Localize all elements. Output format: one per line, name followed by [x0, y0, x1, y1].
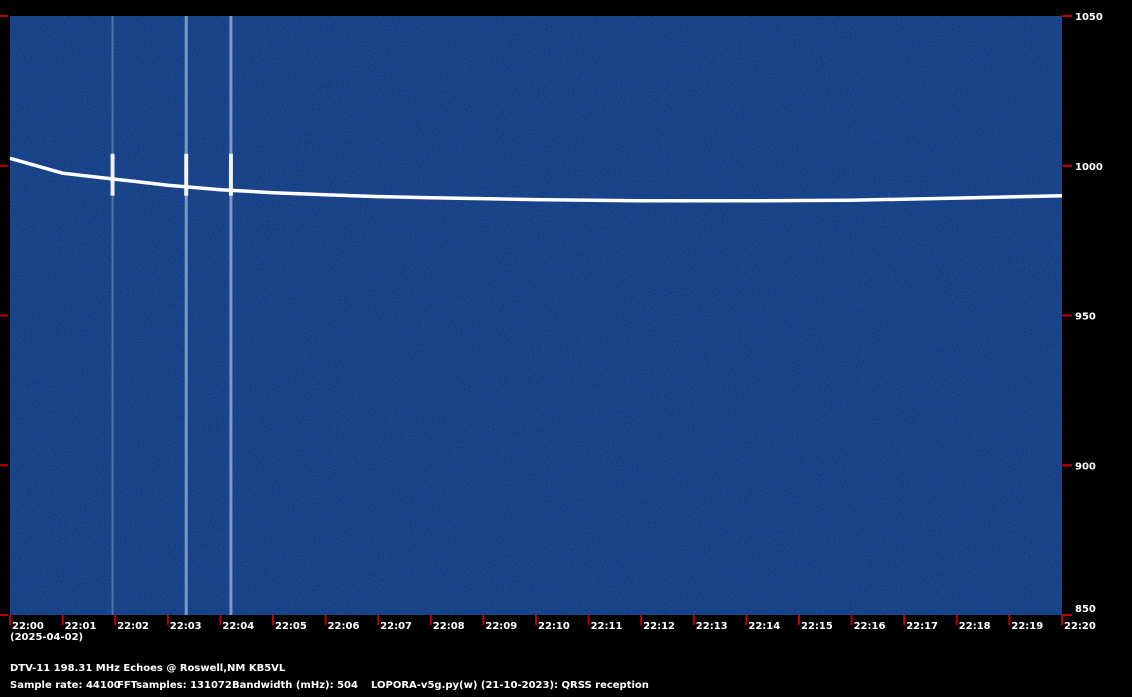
x-tick-label: 22:07	[380, 621, 412, 632]
y-tick-label: 900	[1075, 461, 1096, 472]
y-tick-right	[1062, 314, 1072, 317]
x-tick-label: 22:17	[906, 621, 938, 632]
y-tick-label: 1000	[1075, 162, 1103, 173]
y-tick-left	[0, 464, 8, 467]
x-tick-label: 22:14	[748, 621, 780, 632]
x-tick	[640, 615, 643, 625]
x-tick	[61, 615, 64, 625]
x-tick-label: 22:11	[591, 621, 623, 632]
x-tick-label: 22:18	[959, 621, 991, 632]
x-tick	[272, 615, 274, 625]
x-axis: 22:00 22:01 22:02 22:03 22:04 22:05 22:06 22:07…	[9, 615, 1096, 632]
software-label: LOPORA-v5g.py(w) (21-10-2023): QRSS rece…	[371, 680, 649, 691]
x-tick	[535, 615, 537, 625]
x-tick	[377, 615, 380, 625]
x-tick	[745, 615, 748, 625]
plot-noise	[10, 16, 1062, 615]
x-tick-label: 22:10	[538, 621, 570, 632]
y-tick-right	[1062, 614, 1072, 616]
fft-samples-label: FFTsamples: 131072	[117, 680, 232, 691]
x-tick	[955, 615, 958, 625]
x-tick-label: 22:02	[117, 621, 149, 632]
x-tick-label: 22:09	[485, 621, 517, 632]
x-tick-label: 22:15	[801, 621, 833, 632]
x-tick	[850, 615, 853, 625]
x-tick-label: 22:01	[65, 621, 97, 632]
y-tick-label: 850	[1075, 604, 1096, 615]
echo-line	[111, 16, 114, 615]
x-tick-label: 22:12	[643, 621, 675, 632]
x-tick	[692, 615, 695, 625]
y-tick-left	[0, 164, 8, 167]
echo-line	[184, 16, 188, 615]
x-tick	[429, 615, 432, 625]
x-tick-label: 22:13	[696, 621, 728, 632]
x-tick-label: 22:19	[1011, 621, 1043, 632]
x-tick	[798, 615, 800, 625]
x-tick	[1061, 615, 1063, 625]
x-tick-label: 22:06	[328, 621, 360, 632]
chart-title: DTV-11 198.31 MHz Echoes @ Roswell,NM KB…	[10, 663, 286, 674]
x-tick-label: 22:20	[1064, 621, 1096, 632]
echo-line	[229, 16, 233, 615]
y-tick-left	[0, 314, 8, 317]
x-tick	[587, 615, 590, 625]
x-tick	[166, 615, 169, 625]
y-tick-left	[0, 15, 8, 17]
sample-rate-label: Sample rate: 44100	[10, 680, 121, 691]
x-tick	[219, 615, 222, 625]
x-tick-label: 22:05	[275, 621, 307, 632]
x-tick	[9, 615, 11, 625]
x-tick	[482, 615, 485, 625]
echo-burst	[184, 153, 189, 196]
y-tick-right	[1062, 164, 1072, 167]
x-tick-label: 22:04	[222, 621, 254, 632]
date-label: (2025-04-02)	[10, 632, 84, 643]
y-tick-label: 950	[1075, 312, 1096, 323]
x-tick	[324, 615, 327, 625]
x-tick	[1008, 615, 1011, 625]
x-tick	[114, 615, 117, 625]
bandwidth-label: Bandwidth (mHz): 504	[232, 680, 358, 691]
y-tick-label: 1050	[1075, 12, 1103, 23]
y-tick-left	[0, 614, 8, 616]
x-tick-label: 22:00	[12, 621, 44, 632]
echo-burst	[110, 153, 115, 196]
y-tick-right	[1062, 15, 1072, 17]
x-tick	[903, 615, 906, 625]
x-tick-label: 22:03	[170, 621, 202, 632]
y-tick-right	[1062, 464, 1072, 467]
x-tick-label: 22:16	[854, 621, 886, 632]
x-tick-label: 22:08	[433, 621, 465, 632]
spectrogram-chart: 85090095010001050 22:00 22:01 22:02 22:03 22…	[0, 12, 1103, 632]
